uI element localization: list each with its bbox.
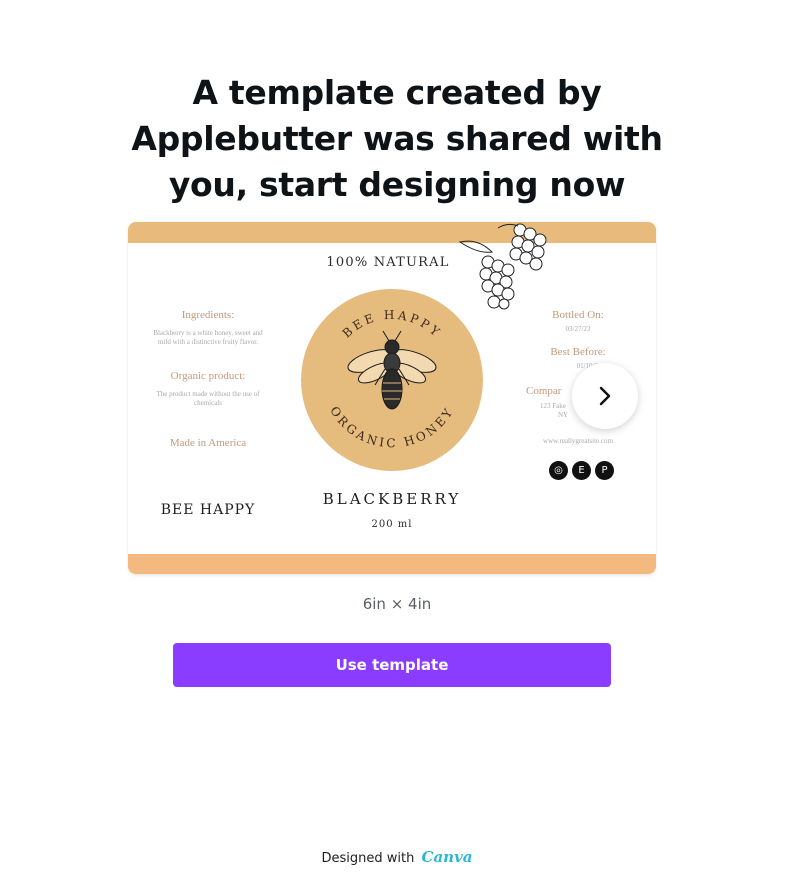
badge-bottom-arc: ORGANIC HONEY [327,404,453,450]
ingredients-text-1: Blackberry is a white honey, sweet and [153,329,263,337]
label-top-band [128,222,656,243]
next-page-button[interactable] [572,363,638,429]
volume-label: 200 ml [371,519,413,530]
etsy-icon: E [572,461,591,480]
website-label: www.reallygreatsite.com [543,437,613,445]
origin-label: Made in America [169,437,247,449]
headline-line-1: A template created by [192,73,602,112]
organic-text-1: The product made without the use of [156,390,260,398]
chevron-right-icon [599,386,611,406]
brand-label: BEE HAPPY [160,502,256,518]
canva-logo[interactable]: Canva [422,848,473,866]
company-city: NY [558,411,569,419]
headline-line-2: Applebutter was shared with [131,119,663,158]
svg-text:BEE HAPPY: BEE HAPPY [340,308,445,341]
footer-prefix: Designed with [321,851,415,866]
ingredients-text-2: mild with a distinctive fruity flavor. [158,338,258,346]
honey-badge: BEE HAPPY ORGANIC HONEY [301,289,483,471]
headline-line-3: you, start designing now [168,165,626,204]
pinterest-icon: P [595,461,614,480]
best-before-title: Best Before: [550,346,606,358]
bottled-title: Bottled On: [552,309,604,321]
organic-title: Organic product: [170,370,246,382]
product-name: BLACKBERRY [322,490,462,508]
badge-graphic: BEE HAPPY ORGANIC HONEY [327,308,456,450]
badge-top-arc: BEE HAPPY [340,308,442,341]
company-title: Compar [526,385,562,397]
natural-label: 100% NATURAL [326,255,450,270]
page-headline: A template created by Applebutter was sh… [0,70,794,208]
designed-with-footer[interactable]: Designed with Canva [0,848,794,866]
template-dimensions: 6in × 4in [362,595,432,613]
use-template-button[interactable]: Use template [173,643,611,687]
bottled-date: 03/27/23 [565,325,591,333]
svg-text:ORGANIC HONEY: ORGANIC HONEY [327,404,456,450]
organic-text-2: chemicals [194,399,222,407]
bee-icon [347,330,437,410]
ingredients-title: Ingredients: [181,309,235,321]
instagram-icon: ◎ [549,461,568,480]
label-bottom-band [128,554,656,574]
